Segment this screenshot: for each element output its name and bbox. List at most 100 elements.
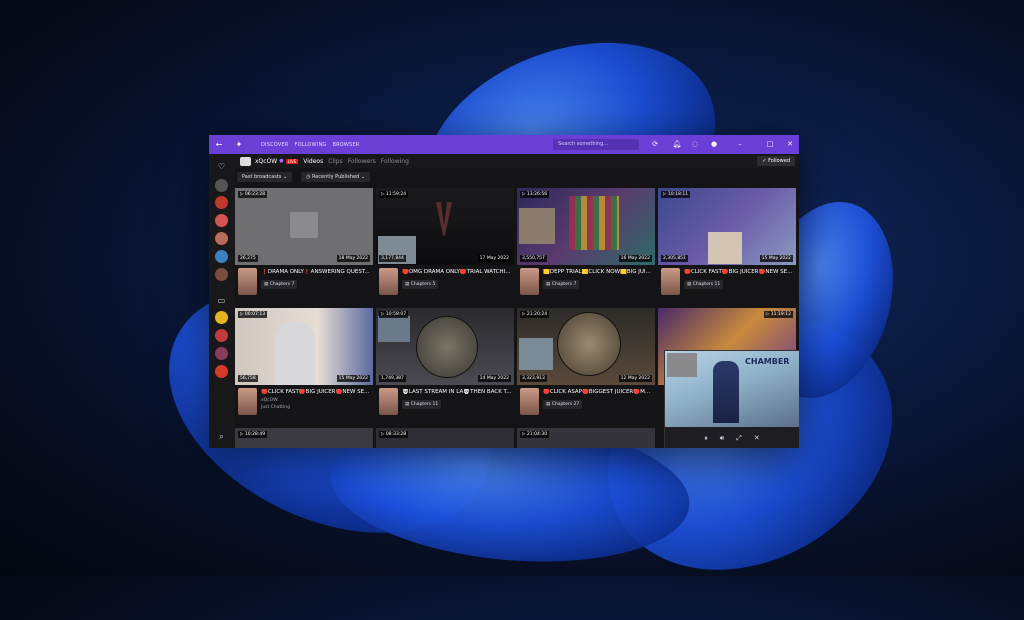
video-thumbnail[interactable]: ▷ 21:20:24 3,323,913 12 May 2022: [517, 308, 655, 385]
video-card[interactable]: ▷ 00:07:13 56,758 15 May 2022 🔴CLICK FAS…: [235, 308, 373, 424]
views-badge: 3,323,913: [520, 375, 547, 382]
pip-controls: ⏸︎ 🔊︎ ⤢ ✕: [665, 429, 799, 447]
close-icon[interactable]: ✕: [784, 135, 796, 154]
chat-icon[interactable]: ◌: [689, 135, 701, 154]
nav-browser[interactable]: BROWSER: [332, 142, 359, 148]
pip-video[interactable]: CHAMBER: [665, 351, 799, 427]
sidebar-channel-avatar[interactable]: [215, 232, 228, 245]
channel-label[interactable]: xQcOW: [261, 398, 278, 403]
webcam-overlay: [519, 338, 553, 370]
video-thumbnail[interactable]: ▷ 13:26:56 3,550,757 16 May 2022: [517, 188, 655, 265]
search-icon[interactable]: ⌕: [215, 430, 228, 443]
nav-discover[interactable]: DISCOVER: [261, 142, 289, 148]
sidebar-channel-avatar[interactable]: [215, 179, 228, 192]
video-thumbnail[interactable]: ▷ 08:33:28: [376, 428, 514, 448]
channel-avatar[interactable]: [240, 156, 251, 166]
sidebar-channel-avatar[interactable]: [215, 329, 228, 342]
video-thumbnail[interactable]: ▷ 10:58:07 1,749,387 14 May 2022: [376, 308, 514, 385]
video-title[interactable]: 🔴CLICK FAST🔴BIG JUICER🔴NEW SE...: [261, 389, 373, 395]
followed-button[interactable]: ✓ Followed: [757, 156, 795, 166]
video-card[interactable]: ▷ 08:33:28: [376, 428, 514, 448]
video-card[interactable]: ▷ 10:58:07 1,749,387 14 May 2022 💀LAST S…: [376, 308, 514, 424]
sidebar-channel-avatar[interactable]: [215, 214, 228, 227]
avatar[interactable]: [238, 388, 257, 415]
video-thumbnail[interactable]: ▷ 10:28:49: [235, 428, 373, 448]
sidebar-channel-avatar[interactable]: [215, 365, 228, 378]
video-thumbnail[interactable]: ▷ 11:59:24 3,177,844 17 May 2022: [376, 188, 514, 265]
views-badge: 3,550,757: [520, 255, 547, 262]
avatar[interactable]: [520, 388, 539, 415]
avatar[interactable]: [661, 268, 680, 295]
views-badge: 56,758: [238, 375, 258, 382]
back-arrow-icon[interactable]: ←: [209, 135, 229, 154]
tab-following[interactable]: Following: [381, 158, 409, 165]
video-card[interactable]: ▷ 06:23:28 26,275 18 May 2022 ❗DRAMA ONL…: [235, 188, 373, 304]
sidebar-channel-avatar[interactable]: [215, 268, 228, 281]
video-title[interactable]: 🔴CLICK FAST🔴BIG JUICER🔴NEW SE...: [684, 269, 796, 275]
volume-icon[interactable]: 🔊︎: [720, 434, 724, 443]
video-card[interactable]: ▷ 10:28:49: [235, 428, 373, 448]
avatar[interactable]: [238, 268, 257, 295]
tab-videos[interactable]: Videos: [303, 158, 323, 165]
chapters-icon: ▤: [687, 282, 692, 287]
minimize-icon[interactable]: –: [734, 135, 746, 154]
video-title[interactable]: ❗DRAMA ONLY❗ANSWERING QUEST...: [261, 269, 373, 275]
video-title[interactable]: 🛑OMG DRAMA ONLY🛑TRIAL WATCHI...: [402, 269, 514, 275]
video-placeholder-icon: [290, 212, 318, 238]
video-thumbnail[interactable]: ▷ 21:04:30: [517, 428, 655, 448]
category-label[interactable]: Just Chatting: [261, 405, 290, 410]
views-badge: 2,305,851: [661, 255, 688, 262]
close-icon[interactable]: ✕: [754, 434, 760, 442]
maximize-icon[interactable]: □: [764, 135, 776, 154]
avatar[interactable]: [379, 388, 398, 415]
sidebar-channel-avatar[interactable]: [215, 347, 228, 360]
video-title[interactable]: 🔴CLICK ASAP🔴BIGGEST JUICER🔴M...: [543, 389, 655, 395]
live-badge: LIVE: [285, 158, 299, 164]
verified-icon: ●: [279, 158, 284, 164]
video-card[interactable]: ▷ 13:26:56 3,550,757 16 May 2022 🟨DEPP T…: [517, 188, 655, 304]
chapters-button[interactable]: ▤ Chapters 11: [684, 280, 724, 289]
broadcast-type-dropdown[interactable]: Past broadcasts ⌄: [237, 172, 293, 182]
clock-icon: ◷: [306, 174, 311, 180]
chapters-button[interactable]: ▤ Chapters 27: [543, 400, 583, 409]
video-title[interactable]: 🟨DEPP TRIAL🟨CLICK NOW🟨BIG JUI...: [543, 269, 655, 275]
video-card[interactable]: ▷ 11:59:24 3,177,844 17 May 2022 🛑OMG DR…: [376, 188, 514, 304]
refresh-icon[interactable]: ⟳: [649, 135, 661, 154]
views-badge: 1,749,387: [379, 375, 406, 382]
video-thumbnail[interactable]: ▷ 00:07:13 56,758 15 May 2022: [235, 308, 373, 385]
video-title[interactable]: 💀LAST STREAM IN LA💀THEN BACK T...: [402, 389, 514, 395]
avatar[interactable]: [379, 268, 398, 295]
bell-icon[interactable]: 🔔︎: [671, 135, 683, 154]
nav-following[interactable]: FOLLOWING: [295, 142, 327, 148]
video-card[interactable]: ▷ 21:04:30: [517, 428, 655, 448]
chapters-button[interactable]: ▤ Chapters 7: [261, 280, 298, 289]
pip-player[interactable]: CHAMBER ⏸︎ 🔊︎ ⤢ ✕: [664, 350, 799, 448]
sidebar-channel-avatar[interactable]: [215, 196, 228, 209]
avatar[interactable]: [520, 268, 539, 295]
video-card[interactable]: ▷ 21:20:24 3,323,913 12 May 2022 🔴CLICK …: [517, 308, 655, 424]
channel-name[interactable]: xQcOW: [255, 158, 277, 165]
pause-icon[interactable]: ⏸︎: [704, 434, 708, 443]
expand-icon[interactable]: ⤢: [736, 434, 742, 443]
tab-clips[interactable]: Clips: [328, 158, 342, 165]
chapters-icon: ▤: [546, 402, 551, 407]
video-card[interactable]: ▷ 10:18:11 2,305,851 15 May 2022 🔴CLICK …: [658, 188, 796, 304]
avatar[interactable]: ●: [708, 135, 720, 154]
duration-badge: ▷ 10:18:11: [661, 191, 691, 198]
check-icon: ✓: [762, 158, 767, 164]
sidebar-channel-avatar[interactable]: [215, 311, 228, 324]
chapters-button[interactable]: ▤ Chapters 11: [402, 400, 442, 409]
sort-dropdown[interactable]: ◷ Recently Published ⌄: [301, 172, 371, 182]
heart-icon[interactable]: ♡: [215, 160, 228, 173]
tab-followers[interactable]: Followers: [348, 158, 376, 165]
duration-badge: ▷ 11:59:24: [379, 191, 409, 198]
camera-icon[interactable]: ▭: [215, 294, 228, 307]
video-thumbnail[interactable]: ▷ 10:18:11 2,305,851 15 May 2022: [658, 188, 796, 265]
sidebar-channel-avatar[interactable]: [215, 250, 228, 263]
video-thumbnail[interactable]: ▷ 06:23:28 26,275 18 May 2022: [235, 188, 373, 265]
scope-graphic: [557, 312, 621, 376]
search-input[interactable]: Search something...: [553, 139, 639, 150]
chapters-button[interactable]: ▤ Chapters 5: [402, 280, 439, 289]
chapters-button[interactable]: ▤ Chapters 7: [543, 280, 580, 289]
duration-badge: ▷ 08:33:28: [379, 431, 409, 438]
